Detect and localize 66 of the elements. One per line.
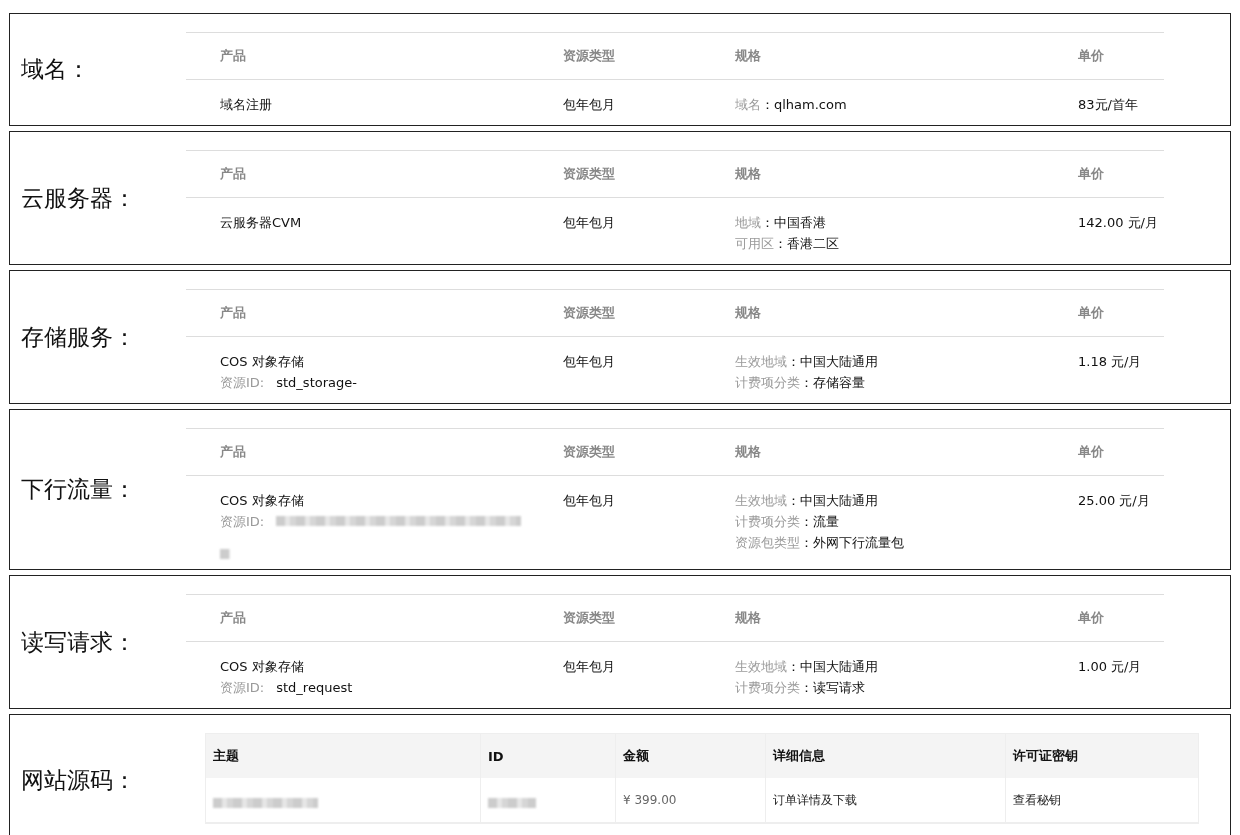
section-label: 存储服务： (20, 322, 137, 352)
column-header: 资源类型 (563, 304, 616, 322)
table-cell: ¥ 399.00 (623, 793, 677, 807)
column-header: 资源类型 (563, 443, 616, 461)
column-header: 规格 (735, 47, 762, 65)
spec-line: 生效地域：中国大陆通用 (735, 353, 878, 371)
section-label: 读写请求： (20, 627, 137, 657)
column-header: 资源类型 (563, 165, 616, 183)
redacted-text (220, 549, 230, 559)
link[interactable]: 查看秘钥 (1013, 791, 1061, 809)
table-cell-text: 1.18 元/月 (1078, 353, 1142, 371)
column-header: 主题 (206, 734, 481, 778)
section-label: 云服务器： (20, 183, 137, 213)
table-cell-text: 包年包月 (563, 353, 615, 371)
column-header: 单价 (1078, 47, 1105, 65)
redacted-text (488, 797, 536, 808)
column-header: 单价 (1078, 443, 1105, 461)
column-header: 详细信息 (766, 734, 1006, 778)
column-header: 产品 (220, 47, 247, 65)
spec-line: 可用区：香港二区 (735, 235, 839, 253)
table-cell-text: 包年包月 (563, 96, 615, 114)
table-cell-text: 包年包月 (563, 214, 615, 232)
field-label: 资源ID: (220, 374, 265, 392)
column-header: 金额 (616, 734, 766, 778)
field-label: 资源ID: (220, 679, 265, 697)
table-cell-text: 142.00 元/月 (1078, 214, 1158, 232)
column-header: 规格 (735, 165, 762, 183)
spec-line: 计费项分类：存储容量 (735, 374, 865, 392)
column-header: 资源类型 (563, 47, 616, 65)
table-cell-text: std_storage- (276, 374, 357, 392)
table-cell-text: 域名注册 (220, 96, 272, 114)
table-cell-text: std_request (276, 679, 353, 697)
column-header: 规格 (735, 443, 762, 461)
table-cell-text: 25.00 元/月 (1078, 492, 1150, 510)
spec-line: 生效地域：中国大陆通用 (735, 658, 878, 676)
section-label: 域名： (20, 55, 91, 84)
section-label: 下行流量： (20, 475, 137, 504)
column-header: 单价 (1078, 304, 1105, 322)
table-cell-text: COS 对象存储 (220, 658, 304, 676)
spec-line: 地域：中国香港 (735, 214, 826, 232)
table-cell-text: COS 对象存储 (220, 353, 304, 371)
column-header: 规格 (735, 304, 762, 322)
link[interactable]: 订单详情及下载 (773, 791, 857, 809)
column-header: 单价 (1078, 165, 1105, 183)
column-header: 规格 (735, 609, 762, 627)
column-header: 产品 (220, 304, 247, 322)
column-header: 产品 (220, 165, 247, 183)
field-label: 资源ID: (220, 513, 265, 531)
table-cell-text: 1.00 元/月 (1078, 658, 1142, 676)
column-header: 资源类型 (563, 609, 616, 627)
spec-line: 生效地域：中国大陆通用 (735, 492, 878, 510)
table-cell-text: 包年包月 (563, 658, 615, 676)
table-cell-text: 83元/首年 (1078, 96, 1138, 114)
column-header: 产品 (220, 443, 247, 461)
column-header: ID (481, 734, 616, 778)
section-label: 网站源码： (20, 766, 137, 795)
column-header: 许可证密钥 (1012, 747, 1079, 765)
table-cell-text: COS 对象存储 (220, 492, 304, 510)
spec-line: 域名：qlham.com (735, 96, 847, 114)
table-cell-text: 云服务器CVM (220, 214, 302, 232)
table-cell-text: 包年包月 (563, 492, 615, 510)
column-header: 单价 (1078, 609, 1105, 627)
spec-line: 计费项分类：流量 (735, 513, 839, 531)
spec-line: 计费项分类：读写请求 (735, 679, 865, 697)
column-header: 产品 (220, 609, 247, 627)
spec-line: 资源包类型：外网下行流量包 (735, 534, 904, 552)
